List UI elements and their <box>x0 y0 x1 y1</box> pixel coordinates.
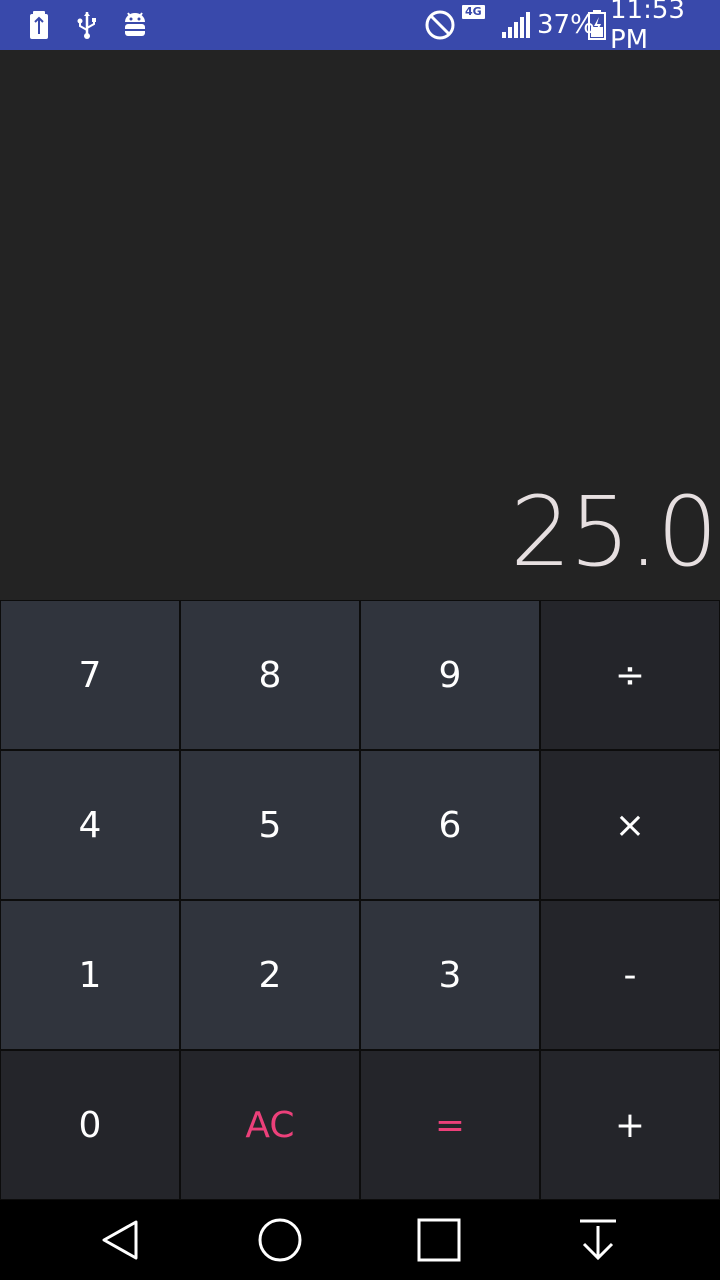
equals-button[interactable]: = <box>361 1051 539 1199</box>
key-1[interactable]: 1 <box>1 901 179 1049</box>
usb-icon <box>76 0 98 50</box>
recents-icon <box>417 1218 461 1262</box>
key-4[interactable]: 4 <box>1 751 179 899</box>
key-9[interactable]: 9 <box>361 601 539 749</box>
navigation-bar <box>0 1200 720 1280</box>
network-badge: 4G <box>462 5 485 19</box>
clear-button[interactable]: AC <box>181 1051 359 1199</box>
status-bar: 4G 37% 11:53 PM <box>0 0 720 55</box>
key-2[interactable]: 2 <box>181 901 359 1049</box>
notification-drawer-button[interactable] <box>538 1200 658 1280</box>
key-0[interactable]: 0 <box>1 1051 179 1199</box>
home-icon <box>258 1218 302 1262</box>
android-debug-icon <box>122 0 148 50</box>
recents-button[interactable] <box>379 1200 499 1280</box>
result-value: 25.0 <box>510 476 718 588</box>
notification-drawer-icon <box>580 1219 616 1261</box>
multiply-button[interactable]: × <box>541 751 719 899</box>
signal-icon <box>500 0 534 50</box>
back-icon <box>102 1220 138 1260</box>
do-not-disturb-icon <box>424 0 456 50</box>
battery-icon <box>587 0 607 50</box>
key-8[interactable]: 8 <box>181 601 359 749</box>
keypad: 7 8 9 ÷ 4 5 6 × 1 2 3 - 0 AC = + <box>0 600 720 1200</box>
subtract-button[interactable]: - <box>541 901 719 1049</box>
home-button[interactable] <box>220 1200 340 1280</box>
battery-charging-icon <box>28 0 50 50</box>
clock: 11:53 PM <box>610 0 685 55</box>
key-5[interactable]: 5 <box>181 751 359 899</box>
add-button[interactable]: + <box>541 1051 719 1199</box>
network-4g-icon: 4G <box>462 0 485 50</box>
divide-button[interactable]: ÷ <box>541 601 719 749</box>
back-button[interactable] <box>60 1200 180 1280</box>
result-display: 25.0 <box>0 50 720 600</box>
key-7[interactable]: 7 <box>1 601 179 749</box>
key-3[interactable]: 3 <box>361 901 539 1049</box>
key-6[interactable]: 6 <box>361 751 539 899</box>
